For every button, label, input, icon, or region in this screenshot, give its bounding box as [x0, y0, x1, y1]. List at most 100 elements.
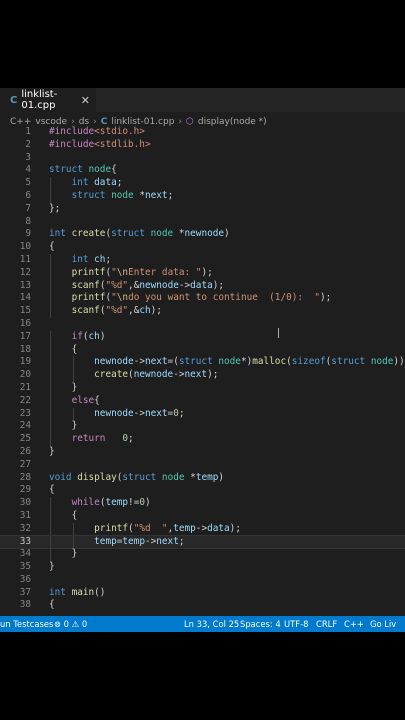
run-testcases-button[interactable]: un Testcases	[0, 616, 53, 632]
code-line[interactable]: 26}	[0, 446, 405, 459]
code-text: int create(struct node *newnode)	[49, 228, 230, 241]
code-token: ;	[116, 177, 123, 189]
line-number: 16	[19, 317, 31, 329]
code-line[interactable]: 5 int data;	[0, 177, 405, 190]
code-text: };	[49, 203, 60, 216]
line-number: 19	[19, 356, 31, 368]
code-line[interactable]: 37 int main()	[0, 587, 405, 600]
code-token: }	[49, 381, 78, 393]
code-text: int main()	[49, 587, 105, 600]
code-line[interactable]: 25 return 0;	[0, 433, 405, 446]
code-token: node	[150, 228, 179, 240]
code-line[interactable]: 21 }	[0, 381, 405, 395]
code-token: create	[71, 228, 106, 240]
code-token: temp	[173, 522, 196, 534]
code-line[interactable]: 6 struct node *next;	[0, 189, 405, 203]
code-token: ->	[195, 522, 208, 534]
line-number: 3	[25, 151, 31, 163]
code-line[interactable]: 35}	[0, 561, 405, 574]
close-icon[interactable]: ✕	[81, 94, 90, 107]
code-token: ->	[178, 279, 191, 291]
code-token: node	[370, 356, 394, 368]
code-line[interactable]: 38 {	[0, 599, 405, 612]
code-line[interactable]: 8	[0, 216, 405, 229]
code-token: struct	[49, 164, 89, 176]
code-line[interactable]: 4 struct node{	[0, 164, 405, 177]
code-text: create(newnode->next);	[49, 369, 218, 382]
language-mode[interactable]: C++	[344, 616, 364, 632]
code-line[interactable]: 18 {	[0, 343, 405, 357]
code-line[interactable]: 34 }	[0, 548, 405, 562]
problems-indicator[interactable]: ⊗ 0 ⚠ 0	[54, 616, 87, 632]
code-token: }	[49, 561, 55, 573]
code-line[interactable]: 12 printf("\nEnter data: ");	[0, 266, 405, 280]
code-token: \n	[116, 266, 129, 278]
code-token: newnode	[139, 279, 179, 291]
code-line[interactable]: 36	[0, 574, 405, 587]
code-token: ;	[178, 407, 185, 419]
tab-linklist[interactable]: C linklist-01.cpp ✕	[0, 88, 96, 112]
code-token: newnode	[94, 356, 134, 368]
code-token: Enter data: "	[128, 266, 202, 278]
code-line[interactable]: 15 scanf("%d",&ch);	[0, 305, 405, 318]
code-line[interactable]: 7};	[0, 203, 405, 216]
code-line[interactable]: 31 {	[0, 509, 405, 523]
code-token: ;	[178, 535, 185, 547]
code-line[interactable]: 17 if(ch)	[0, 330, 405, 344]
code-token: ->	[144, 535, 157, 547]
code-line[interactable]: 10 {	[0, 241, 405, 254]
code-token: main	[71, 586, 95, 598]
go-live-button[interactable]: Go Liv	[370, 616, 396, 632]
code-line[interactable]: 23 newnode->next=0;	[0, 407, 405, 421]
code-line[interactable]: 19 newnode->next=(struct node*)malloc(si…	[0, 356, 405, 370]
code-line[interactable]: 29 {	[0, 484, 405, 497]
code-token: int	[71, 177, 95, 189]
code-line[interactable]: 14 printf("\ndo you want to continue (1/…	[0, 292, 405, 306]
code-line[interactable]: 2 #include<stdlib.h>	[0, 139, 405, 152]
code-token: node	[218, 356, 241, 368]
indentation[interactable]: Spaces: 4	[240, 616, 281, 632]
code-token: );	[319, 292, 332, 304]
encoding[interactable]: UTF-8	[284, 616, 308, 632]
code-line[interactable]: 16	[0, 318, 405, 331]
code-token: next	[156, 535, 179, 547]
code-line[interactable]: 30 while(temp!=0)	[0, 497, 405, 510]
code-token: newnode	[94, 407, 134, 419]
code-area[interactable]: 1 #include<stdio.h> 2 #include<stdlib.h> 3 4 s…	[0, 126, 405, 612]
code-token: ch	[94, 253, 106, 265]
code-token: "%d"	[105, 305, 129, 317]
code-token: temp	[105, 497, 129, 509]
code-line[interactable]: 13 scanf("%d",&newnode->data);	[0, 279, 405, 293]
code-line[interactable]: 28 void display(struct node *temp)	[0, 472, 405, 485]
code-line[interactable]: 32 printf("%d ",temp->data);	[0, 522, 405, 536]
code-line[interactable]: 20 create(newnode->next);	[0, 369, 405, 382]
code-line[interactable]: 3	[0, 152, 405, 165]
code-token: ;	[167, 189, 174, 201]
code-line[interactable]: 27	[0, 459, 405, 472]
line-number: 38	[19, 599, 31, 611]
code-token: );	[207, 369, 219, 381]
code-line[interactable]: 33 temp=temp->next;	[0, 534, 405, 550]
line-number: 15	[19, 305, 31, 317]
code-token: next	[184, 369, 208, 381]
code-token: temp	[122, 535, 145, 547]
code-token: );	[229, 522, 241, 534]
code-line[interactable]: 22 else{	[0, 394, 405, 408]
line-number: 8	[25, 215, 31, 227]
code-line[interactable]: 1 #include<stdio.h>	[0, 126, 405, 139]
line-ending[interactable]: CRLF	[316, 616, 337, 632]
code-token: #include	[49, 126, 95, 137]
code-token: printf	[71, 266, 106, 278]
code-line[interactable]: 11 int ch;	[0, 253, 405, 267]
line-number: 25	[19, 433, 31, 445]
code-text: {	[49, 344, 78, 357]
code-token: );	[212, 279, 225, 291]
cursor-position[interactable]: Ln 33, Col 25	[184, 616, 239, 632]
code-line[interactable]: 9 int create(struct node *newnode)	[0, 228, 405, 241]
code-line[interactable]: 24 }	[0, 420, 405, 434]
